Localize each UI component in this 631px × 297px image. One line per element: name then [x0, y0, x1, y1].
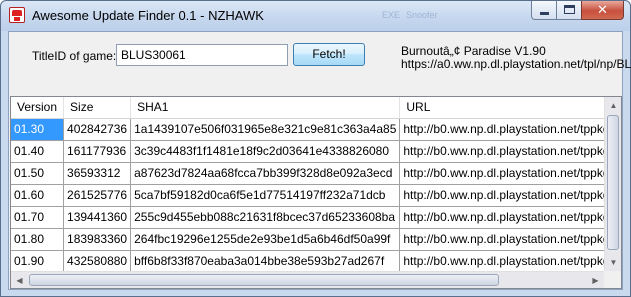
base-url-label: https://a0.ww.np.dl.playstation.net/tpl/… — [401, 57, 631, 71]
table-row[interactable]: 01.30 402842736 1a1439107e506f031965e8e3… — [11, 118, 621, 141]
scroll-left-arrow-icon[interactable]: ◀ — [11, 272, 28, 288]
cell-version[interactable]: 01.90 — [11, 250, 65, 273]
scroll-down-arrow-icon[interactable]: ▼ — [605, 254, 621, 271]
cell-url[interactable]: http://b0.ww.np.dl.playstation.net/tppkg… — [399, 162, 621, 185]
column-header-url[interactable]: URL — [399, 97, 621, 119]
cell-version[interactable]: 01.60 — [11, 184, 65, 207]
close-button[interactable]: ✕ — [581, 1, 624, 20]
cell-url[interactable]: http://b0.ww.np.dl.playstation.net/tppkg… — [399, 140, 621, 163]
cell-url[interactable]: http://b0.ww.np.dl.playstation.net/tppkg… — [399, 184, 621, 207]
cell-version[interactable]: 01.30 — [11, 118, 65, 141]
column-header-size[interactable]: Size — [63, 97, 132, 119]
column-header-sha1[interactable]: SHA1 — [130, 97, 401, 119]
cell-size[interactable]: 183983360 — [63, 228, 132, 251]
app-window: Awesome Update Finder 0.1 - NZHAWK EXE S… — [0, 0, 631, 297]
minimize-icon — [540, 12, 549, 15]
minimize-button[interactable] — [531, 1, 557, 20]
horizontal-scrollbar[interactable]: ◀ ▶ — [11, 271, 604, 288]
cell-version[interactable]: 01.80 — [11, 228, 65, 251]
column-header-version[interactable]: Version — [11, 97, 65, 119]
scrollbar-corner — [604, 271, 621, 288]
cell-url[interactable]: http://b0.ww.np.dl.playstation.net/tppkg… — [399, 250, 621, 273]
scroll-right-arrow-icon[interactable]: ▶ — [587, 272, 604, 288]
fetch-button[interactable]: Fetch! — [293, 43, 365, 66]
cell-size[interactable]: 139441360 — [63, 206, 132, 229]
vertical-scroll-thumb[interactable] — [607, 115, 619, 250]
caption-buttons: ✕ — [531, 1, 624, 20]
cell-size[interactable]: 402842736 — [63, 118, 132, 141]
table-row[interactable]: 01.40 161177936 3c39c4483f1f1481e18f9c2d… — [11, 140, 621, 163]
table-row[interactable]: 01.60 261525776 5ca7bf59182d0ca6f5e1d775… — [11, 184, 621, 207]
table-row[interactable]: 01.80 183983360 264fbc19296e1255de2e93be… — [11, 228, 621, 251]
cell-version[interactable]: 01.40 — [11, 140, 65, 163]
horizontal-scroll-thumb[interactable] — [29, 274, 499, 286]
table-row[interactable]: 01.50 36593312 a87623d7824aa68fcca7bb399… — [11, 162, 621, 185]
cell-sha1[interactable]: 1a1439107e506f031965e8e321c9e81c363a4a85 — [130, 118, 401, 141]
app-logo-icon — [9, 7, 25, 23]
window-title: Awesome Update Finder 0.1 - NZHAWK — [32, 8, 264, 23]
cell-sha1[interactable]: 5ca7bf59182d0ca6f5e1d77514197ff232a71dcb — [130, 184, 401, 207]
table-row[interactable]: 01.90 432580880 bff6b8f33f870eaba3a014bb… — [11, 250, 621, 273]
cell-url[interactable]: http://b0.ww.np.dl.playstation.net/tppkg… — [399, 228, 621, 251]
cell-size[interactable]: 161177936 — [63, 140, 132, 163]
titleid-input[interactable] — [116, 44, 288, 66]
cell-size[interactable]: 261525776 — [63, 184, 132, 207]
background-label-exe: EXE — [382, 10, 401, 20]
titleid-label: TitleID of game: — [32, 49, 117, 63]
cell-size[interactable]: 432580880 — [63, 250, 132, 273]
cell-sha1[interactable]: 3c39c4483f1f1481e18f9c2d03641e4338826080 — [130, 140, 401, 163]
vertical-scrollbar[interactable]: ▲ ▼ — [604, 97, 621, 271]
client-area: TitleID of game: Fetch! Burnoutâ„¢ Parad… — [8, 31, 631, 290]
cell-sha1[interactable]: 255c9d455ebb088c21631f8bcec37d65233608ba — [130, 206, 401, 229]
cell-sha1[interactable]: 264fbc19296e1255de2e93be1d5a6b46df50a99f — [130, 228, 401, 251]
maximize-button[interactable] — [556, 1, 582, 20]
cell-url[interactable]: http://b0.ww.np.dl.playstation.net/tppkg… — [399, 206, 621, 229]
updates-grid[interactable]: Version Size SHA1 URL 01.30 402842736 1a… — [10, 96, 622, 289]
cell-version[interactable]: 01.70 — [11, 206, 65, 229]
header-row: Version Size SHA1 URL — [11, 97, 621, 119]
cell-sha1[interactable]: a87623d7824aa68fcca7bb399f328d8e092a3ecd — [130, 162, 401, 185]
title-bar[interactable]: Awesome Update Finder 0.1 - NZHAWK EXE S… — [1, 1, 630, 31]
cell-size[interactable]: 36593312 — [63, 162, 132, 185]
cell-sha1[interactable]: bff6b8f33f870eaba3a014bbe38e593b27ad267f — [130, 250, 401, 273]
table-row[interactable]: 01.70 139441360 255c9d455ebb088c21631f8b… — [11, 206, 621, 229]
game-name-label: Burnoutâ„¢ Paradise V1.90 — [401, 44, 546, 58]
close-icon: ✕ — [597, 2, 608, 17]
scroll-up-arrow-icon[interactable]: ▲ — [605, 97, 621, 114]
cell-version[interactable]: 01.50 — [11, 162, 65, 185]
cell-url[interactable]: http://b0.ww.np.dl.playstation.net/tppkg… — [399, 118, 621, 141]
maximize-icon — [564, 5, 575, 14]
updates-table: Version Size SHA1 URL 01.30 402842736 1a… — [11, 97, 621, 273]
background-label-snoofer: Snoofer — [406, 10, 438, 20]
